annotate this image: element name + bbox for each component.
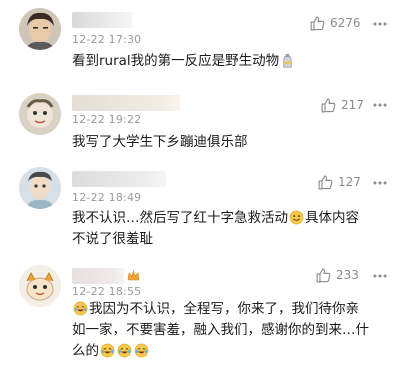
comment-text: 我不认识…然后写了红十字急救活动 具体内容 不说了很羞耻 [72, 208, 382, 250]
comment-item: 12-22 18:49 127 我不认识…然后写了红十字急救活动 具体内容 不说了… [0, 160, 412, 256]
like-button[interactable]: 127 [317, 172, 361, 192]
like-button[interactable]: 217 [320, 95, 364, 115]
comment-text-line: 我因为不认识，全程写，你来了，我们待你亲 [89, 301, 359, 317]
timestamp: 12-22 19:22 [72, 113, 142, 126]
comment-text-line: 不说了很羞耻 [72, 231, 153, 247]
comment-text: 看到rural我的第一反应是野生动物 [72, 51, 382, 72]
like-button[interactable]: 6276 [309, 13, 361, 33]
timestamp: 12-22 17:30 [72, 33, 142, 46]
comment-text-part: 我不认识…然后写了红十字急救活动 [72, 210, 288, 226]
avatar[interactable] [19, 167, 61, 209]
like-count: 233 [336, 268, 359, 282]
username[interactable] [72, 12, 132, 28]
like-count: 127 [338, 175, 361, 189]
comment-item: 12-22 19:22 217 我写了大学生下乡蹦迪俱乐部 [0, 80, 412, 160]
more-button[interactable] [372, 97, 388, 113]
smile-emoji-icon [289, 210, 304, 225]
bottle-emoji-icon [280, 53, 295, 68]
more-dots-icon [373, 181, 387, 185]
timestamp: 12-22 18:55 [72, 285, 142, 298]
comment-item: 12-22 17:30 6276 看到rural我的第一反应是野生动物 [0, 0, 412, 80]
like-button[interactable]: 233 [315, 265, 359, 285]
comment-text: 我写了大学生下乡蹦迪俱乐部 [72, 132, 382, 153]
avatar[interactable] [19, 8, 61, 50]
laughing-crying-emoji-icon [134, 343, 149, 358]
comment-text-part: 具体内容 [305, 210, 359, 226]
thumbs-up-icon [321, 98, 336, 112]
more-button[interactable] [372, 16, 388, 32]
more-button[interactable] [372, 268, 388, 284]
laughing-crying-emoji-icon [73, 301, 88, 316]
avatar[interactable] [19, 265, 61, 307]
username[interactable] [72, 95, 180, 111]
username[interactable] [72, 171, 166, 187]
laughing-crying-emoji-icon [117, 343, 132, 358]
thumbs-up-icon [316, 268, 331, 282]
comment-text-content: 看到rural我的第一反应是野生动物 [72, 53, 280, 69]
more-button[interactable] [372, 175, 388, 191]
timestamp: 12-22 18:49 [72, 191, 142, 204]
like-count: 6276 [330, 16, 361, 30]
thumbs-up-icon [310, 16, 325, 30]
more-dots-icon [373, 274, 387, 278]
comment-item: 12-22 18:55 233 我因为不认识，全程写，你来了，我们待你亲 如一家… [0, 256, 412, 373]
more-dots-icon [373, 22, 387, 26]
username[interactable] [72, 268, 124, 284]
avatar[interactable] [19, 93, 61, 135]
comment-text-content: 我写了大学生下乡蹦迪俱乐部 [72, 134, 248, 150]
thumbs-up-icon [318, 175, 333, 189]
comment-text: 我因为不认识，全程写，你来了，我们待你亲 如一家，不要害羞，融入我们，感谢你的到… [72, 299, 382, 362]
comment-text-line: 么的 [72, 343, 99, 359]
comment-text-line: 如一家，不要害羞，融入我们，感谢你的到来…什 [72, 322, 369, 338]
like-count: 217 [341, 98, 364, 112]
laughing-crying-emoji-icon [100, 343, 115, 358]
more-dots-icon [373, 103, 387, 107]
crown-badge-icon [127, 270, 140, 281]
